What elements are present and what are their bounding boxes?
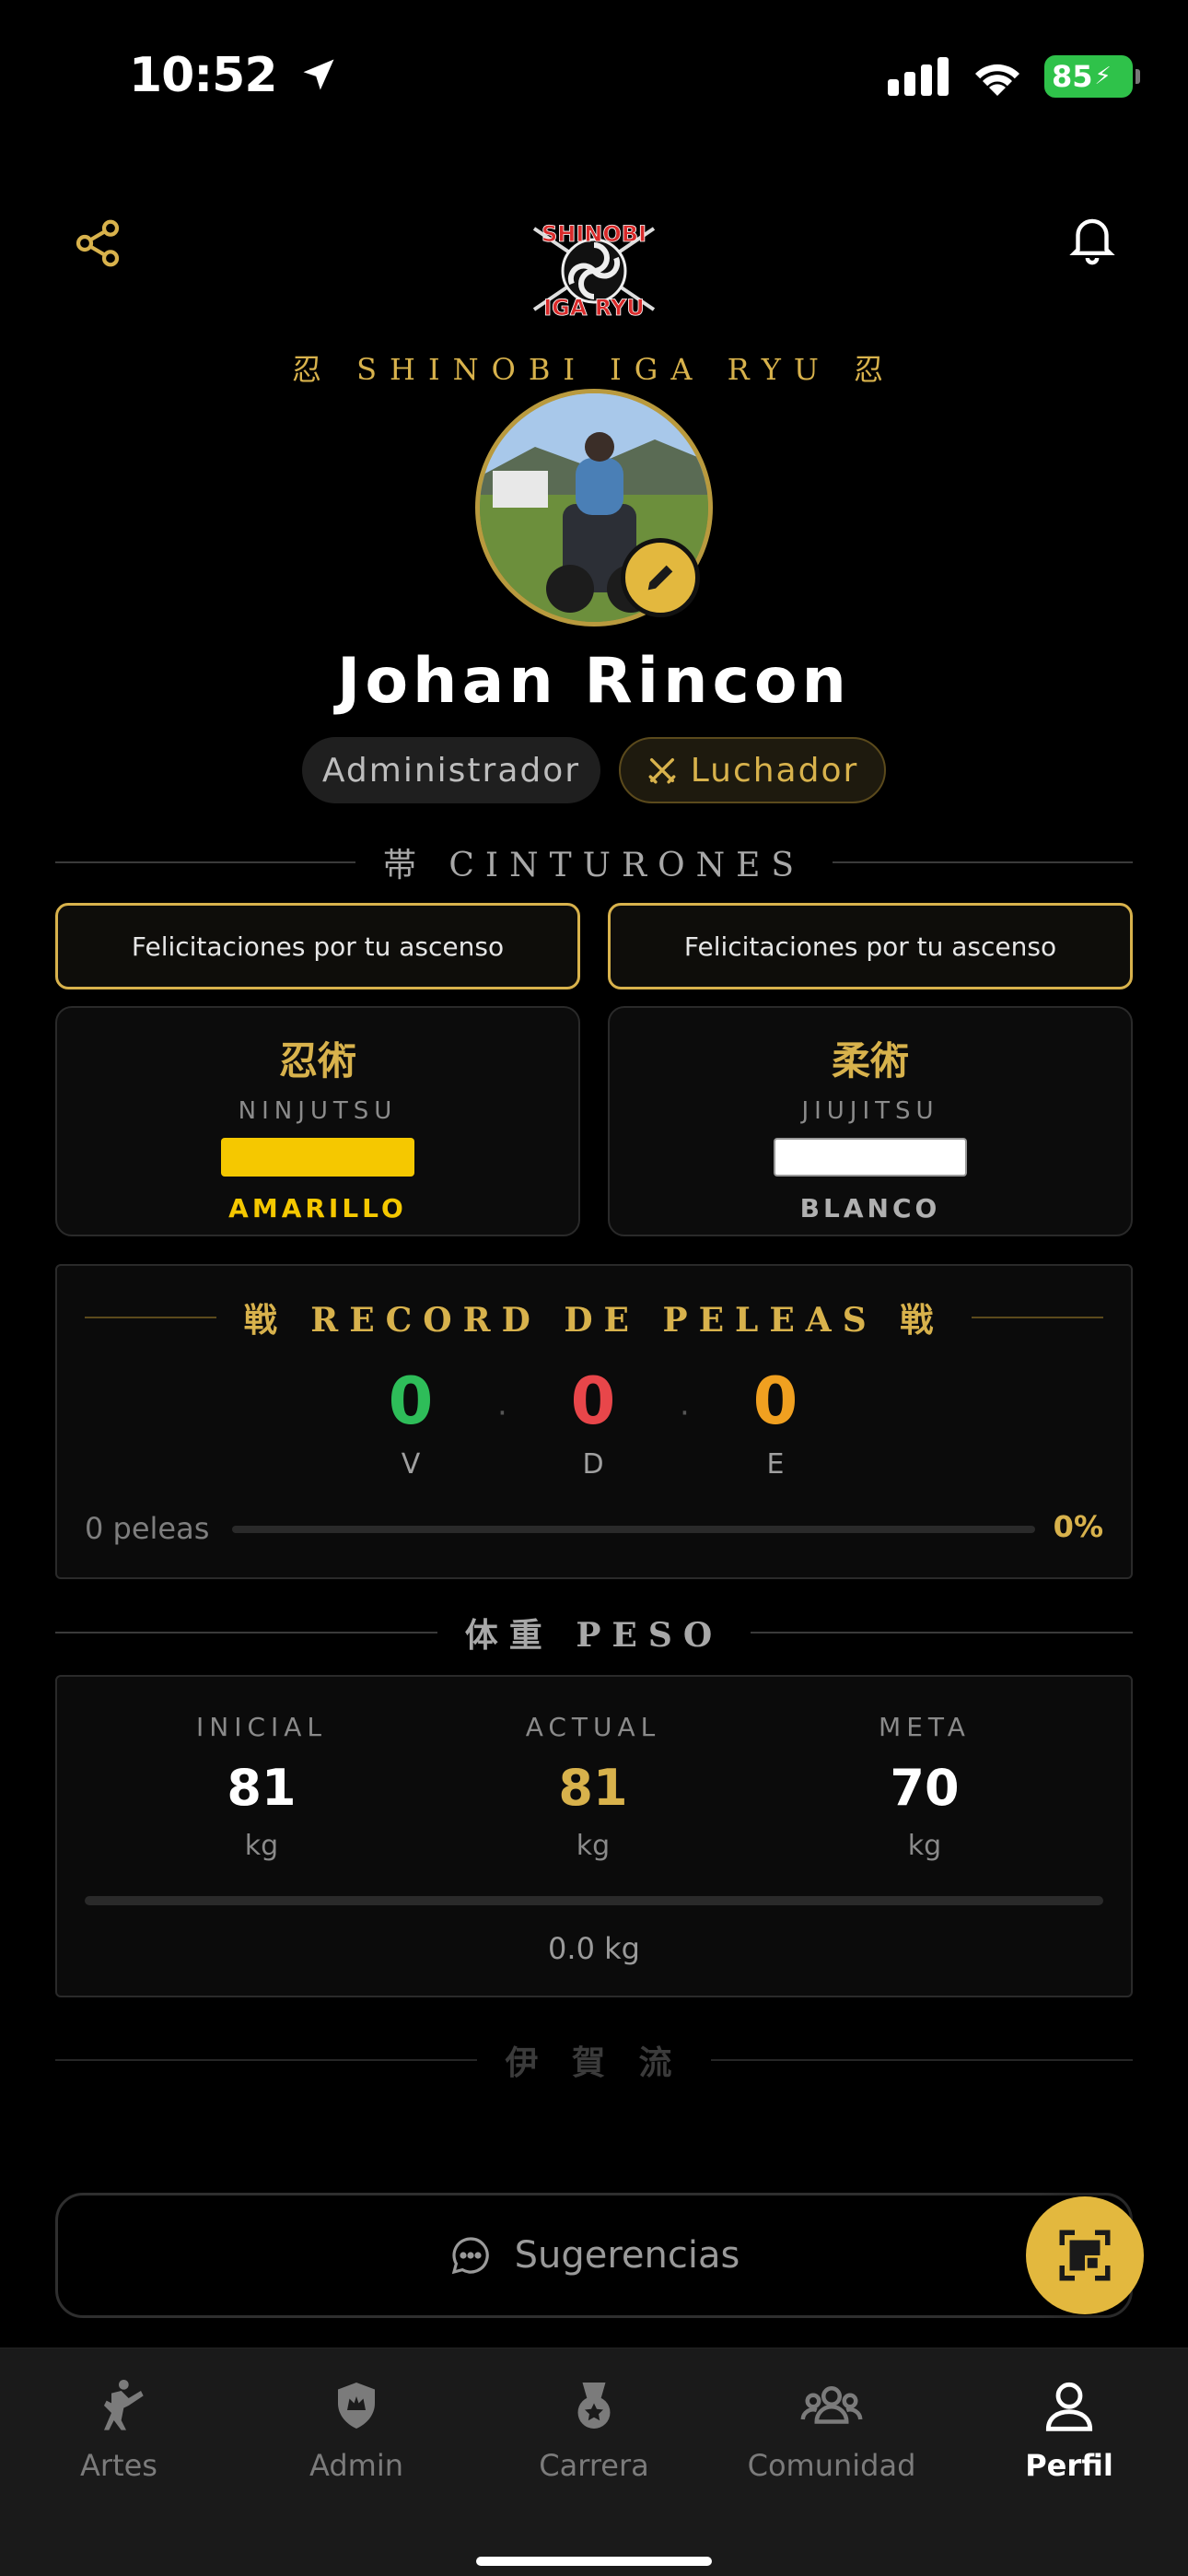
weight-progress-track [85,1896,1103,1905]
belt-kanji: 柔術 [831,1038,909,1083]
tab-label: Comunidad [747,2448,916,2483]
tab-carrera[interactable]: Carrera [475,2369,713,2483]
user-name: Johan Rincon [337,645,851,718]
chat-bubble-icon [451,2237,489,2275]
role-fighter-label: Luchador [690,751,859,790]
congrats-text: Felicitaciones por tu ascenso [683,931,1057,962]
suggestions-label: Sugerencias [514,2234,740,2277]
bell-icon [1069,218,1115,265]
fights-total: 0 peleas [85,1511,210,1546]
crossed-swords-icon [648,757,676,784]
pencil-icon [647,565,673,591]
draws-label: E [766,1448,785,1481]
weight-initial-label: INICIAL [195,1712,328,1742]
tab-label: Admin [309,2448,403,2483]
qr-code-icon [1059,2230,1111,2281]
weight-section-title: 体重 PESO [464,1616,724,1655]
weight-current-value: 81 [558,1759,628,1817]
martial-arts-kick-icon [104,2380,144,2430]
belts-section-header: 帯 CINTURONES [55,838,1133,886]
edit-avatar-button[interactable] [621,538,700,617]
suggestions-button[interactable]: Sugerencias [55,2193,1133,2318]
home-indicator [476,2557,712,2566]
belt-art-name: NINJUTSU [238,1097,398,1125]
belt-card-ninjutsu[interactable]: 忍術 NINJUTSU AMARILLO [55,1006,580,1236]
footer-divider: 伊 賀 流 [55,2036,1134,2084]
qr-scan-button[interactable] [1026,2196,1144,2314]
weight-delta: 0.0 kg [548,1931,640,1966]
separator-dot: · [497,1395,507,1432]
clan-title: 忍 SHINOBI IGA RYU 忍 [291,352,897,387]
clan-logo: SHINOBI IGA RYU [525,217,663,324]
tab-label: Carrera [539,2448,649,2483]
status-time-text: 10:52 [129,48,278,103]
wins-label: V [401,1448,421,1481]
belts-section-title: 帯 CINTURONES [382,847,806,884]
losses-label: D [582,1448,604,1481]
notifications-button[interactable] [1055,201,1129,275]
tab-label: Artes [80,2448,157,2483]
share-button[interactable] [61,206,134,280]
shinobi-logo-icon: SHINOBI IGA RYU [532,221,656,321]
belt-color-name: AMARILLO [228,1193,407,1224]
belt-color-swatch [221,1138,414,1177]
logo-text-bottom: IGA RYU [543,295,645,321]
tab-artes[interactable]: Artes [0,2369,238,2483]
weight-goal: META 70 kg [786,1712,1063,1862]
wins-count: 0 [388,1364,434,1439]
belt-art-name: JIUJITSU [801,1097,939,1125]
tab-admin[interactable]: Admin [238,2369,475,2483]
community-icon [800,2386,863,2424]
separator-dot: · [680,1395,690,1432]
shield-crown-icon [338,2383,375,2429]
bottom-tab-bar: Artes Admin Carrera Comunidad Perfil [0,2348,1188,2576]
role-badge-fighter: Luchador [619,737,886,803]
location-arrow-icon [303,59,334,90]
belt-card-jiujitsu[interactable]: 柔術 JIUJITSU BLANCO [608,1006,1133,1236]
cellular-signal-icon [888,57,949,96]
belt-congrats-jiujitsu: Felicitaciones por tu ascenso [608,903,1133,989]
tab-comunidad[interactable]: Comunidad [713,2369,950,2483]
medal-icon [577,2383,611,2429]
wifi-icon [975,64,1019,96]
weight-current-label: ACTUAL [525,1712,661,1742]
status-time: 10:52 [129,48,339,103]
fight-record-panel: 戦 RECORD DE PELEAS 戦 0 · 0 · 0 V D E 0 p… [55,1264,1133,1579]
record-section-header: 戦 RECORD DE PELEAS 戦 [85,1294,1103,1341]
person-icon [1045,2382,1093,2431]
role-badge-admin: Administrador [302,737,600,803]
win-percentage: 0% [1053,1509,1103,1544]
draws-count: 0 [752,1364,798,1439]
record-section-title: 戦 RECORD DE PELEAS 戦 [243,1301,945,1340]
weight-section-header: 体重 PESO [55,1609,1133,1657]
weight-panel: INICIAL 81 kg ACTUAL 81 kg META 70 kg 0.… [55,1675,1133,1997]
tab-label: Perfil [1025,2448,1113,2483]
share-icon [76,219,120,267]
status-icons: 85 ⚡ [888,55,1140,98]
tab-perfil[interactable]: Perfil [950,2369,1188,2483]
charging-bolt-icon: ⚡ [1094,63,1112,90]
weight-unit: kg [244,1830,279,1862]
weight-current: ACTUAL 81 kg [455,1712,731,1862]
weight-initial: INICIAL 81 kg [123,1712,400,1862]
losses-count: 0 [570,1364,616,1439]
weight-goal-label: META [879,1712,971,1742]
role-admin-label: Administrador [321,751,581,790]
weight-unit: kg [576,1830,611,1862]
weight-goal-value: 70 [890,1759,960,1817]
belt-color-swatch [774,1138,967,1177]
battery-level: 85 [1052,59,1093,94]
belt-congrats-ninjutsu: Felicitaciones por tu ascenso [55,903,580,989]
belt-kanji: 忍術 [278,1038,356,1083]
weight-unit: kg [907,1830,942,1862]
logo-text-top: SHINOBI [542,221,646,247]
weight-initial-value: 81 [227,1759,297,1817]
congrats-text: Felicitaciones por tu ascenso [131,931,505,962]
belt-color-name: BLANCO [799,1193,941,1224]
battery-indicator: 85 ⚡ [1044,55,1140,98]
footer-divider-text: 伊 賀 流 [505,2043,683,2082]
record-progress-track [232,1526,1035,1533]
